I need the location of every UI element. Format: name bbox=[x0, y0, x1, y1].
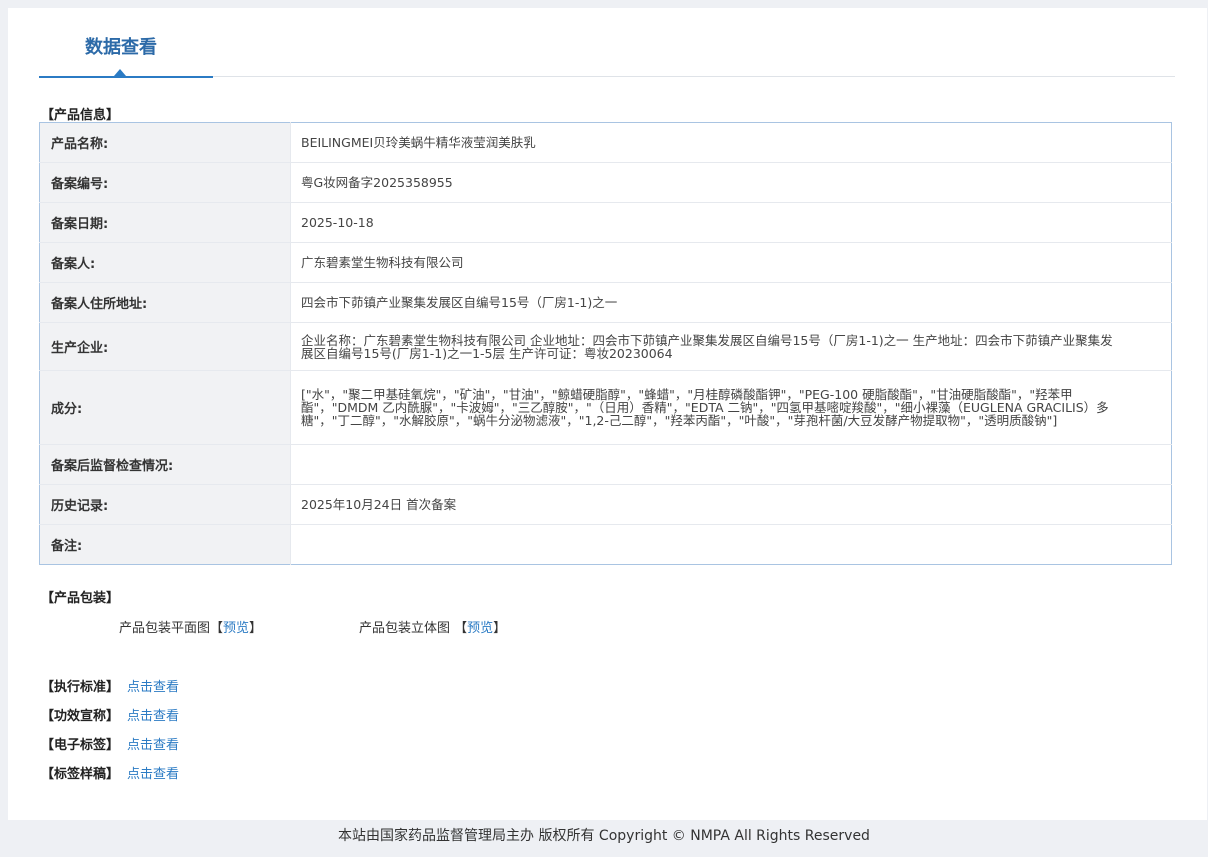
row-label: 备案日期: bbox=[39, 202, 291, 243]
packaging-section-title: 【产品包装】 bbox=[41, 591, 120, 606]
row-label: 备注: bbox=[39, 524, 291, 565]
efficacy-label: 【功效宣称】 bbox=[41, 709, 120, 724]
standard-view-link[interactable]: 点击查看 bbox=[127, 680, 179, 695]
row-label: 备案人住所地址: bbox=[39, 282, 291, 323]
table-row: 备案人住所地址: 四会市下茆镇产业聚集发展区自编号15号（厂房1-1)之一 bbox=[39, 282, 1172, 323]
row-value bbox=[290, 444, 1172, 485]
row-value: 企业名称：广东碧素堂生物科技有限公司 企业地址：四会市下茆镇产业聚集发展区自编号… bbox=[290, 322, 1172, 371]
list-item: 【执行标准】 点击查看 bbox=[41, 676, 179, 705]
content-panel: 数据查看 【产品信息】 产品名称: BEILINGMEI贝玲美蜗牛精华液莹润美肤… bbox=[8, 8, 1207, 820]
product-info-section-title: 【产品信息】 bbox=[41, 108, 120, 123]
tab-title: 数据查看 bbox=[85, 37, 157, 58]
table-row: 备注: bbox=[39, 524, 1172, 565]
table-row: 备案后监督检查情况: bbox=[39, 444, 1172, 485]
table-row: 生产企业: 企业名称：广东碧素堂生物科技有限公司 企业地址：四会市下茆镇产业聚集… bbox=[39, 322, 1172, 371]
table-row: 备案编号: 粤G妆网备字2025358955 bbox=[39, 162, 1172, 203]
row-value: 2025年10月24日 首次备案 bbox=[290, 484, 1172, 525]
tab-data-view[interactable]: 数据查看 bbox=[39, 8, 213, 78]
row-label: 产品名称: bbox=[39, 122, 291, 163]
label-draft-view-link[interactable]: 点击查看 bbox=[127, 767, 179, 782]
row-label: 生产企业: bbox=[39, 322, 291, 371]
row-value: BEILINGMEI贝玲美蜗牛精华液莹润美肤乳 bbox=[290, 122, 1172, 163]
table-row: 备案人: 广东碧素堂生物科技有限公司 bbox=[39, 242, 1172, 283]
list-item: 【电子标签】 点击查看 bbox=[41, 734, 179, 763]
e-label-label: 【电子标签】 bbox=[41, 738, 120, 753]
table-row: 历史记录: 2025年10月24日 首次备案 bbox=[39, 484, 1172, 525]
row-label: 备案后监督检查情况: bbox=[39, 444, 291, 485]
row-label: 备案编号: bbox=[39, 162, 291, 203]
packaging-flat-close: 】 bbox=[249, 621, 263, 636]
row-label: 成分: bbox=[39, 370, 291, 445]
label-draft-label: 【标签样稿】 bbox=[41, 767, 120, 782]
packaging-stereo-item: 产品包装立体图 【预览】 bbox=[359, 617, 506, 636]
packaging-stereo-close: 】 bbox=[493, 621, 507, 636]
tab-caret-icon bbox=[114, 69, 126, 76]
list-item: 【功效宣称】 点击查看 bbox=[41, 705, 179, 734]
row-value bbox=[291, 525, 1172, 565]
packaging-flat-preview-link[interactable]: 预览 bbox=[223, 621, 249, 636]
table-row: 成分: ["水"，"聚二甲基硅氧烷"，"矿油"，"甘油"，"鲸蜡硬脂醇"，"蜂蜡… bbox=[39, 370, 1172, 445]
e-label-view-link[interactable]: 点击查看 bbox=[127, 738, 179, 753]
row-label: 历史记录: bbox=[39, 484, 291, 525]
row-value: 粤G妆网备字2025358955 bbox=[290, 162, 1172, 203]
list-item: 【标签样稿】 点击查看 bbox=[41, 763, 179, 792]
footer: 本站由国家药品监督管理局主办 版权所有 Copyright © NMPA All… bbox=[338, 828, 870, 844]
table-row: 产品名称: BEILINGMEI贝玲美蜗牛精华液莹润美肤乳 bbox=[39, 122, 1172, 163]
row-value: ["水"，"聚二甲基硅氧烷"，"矿油"，"甘油"，"鲸蜡硬脂醇"，"蜂蜡"，"月… bbox=[290, 370, 1172, 445]
standard-label: 【执行标准】 bbox=[41, 680, 120, 695]
packaging-stereo-preview-link[interactable]: 预览 bbox=[467, 621, 493, 636]
row-value: 2025-10-18 bbox=[290, 202, 1172, 243]
row-value: 广东碧素堂生物科技有限公司 bbox=[290, 242, 1172, 283]
row-value: 四会市下茆镇产业聚集发展区自编号15号（厂房1-1)之一 bbox=[290, 282, 1172, 323]
packaging-flat-item: 产品包装平面图【预览】 bbox=[119, 617, 262, 636]
document-links: 【执行标准】 点击查看 【功效宣称】 点击查看 【电子标签】 点击查看 【标签样稿】点… bbox=[41, 676, 179, 792]
table-row: 备案日期: 2025-10-18 bbox=[39, 202, 1172, 243]
tab-bar: 数据查看 bbox=[39, 8, 1175, 78]
product-info-table: 产品名称: BEILINGMEI贝玲美蜗牛精华液莹润美肤乳 备案编号: 粤G妆网… bbox=[39, 122, 1172, 565]
efficacy-view-link[interactable]: 点击查看 bbox=[127, 709, 179, 724]
row-label: 备案人: bbox=[39, 242, 291, 283]
packaging-flat-label: 产品包装平面图【 bbox=[119, 621, 224, 636]
packaging-stereo-label: 产品包装立体图 【 bbox=[359, 621, 468, 636]
